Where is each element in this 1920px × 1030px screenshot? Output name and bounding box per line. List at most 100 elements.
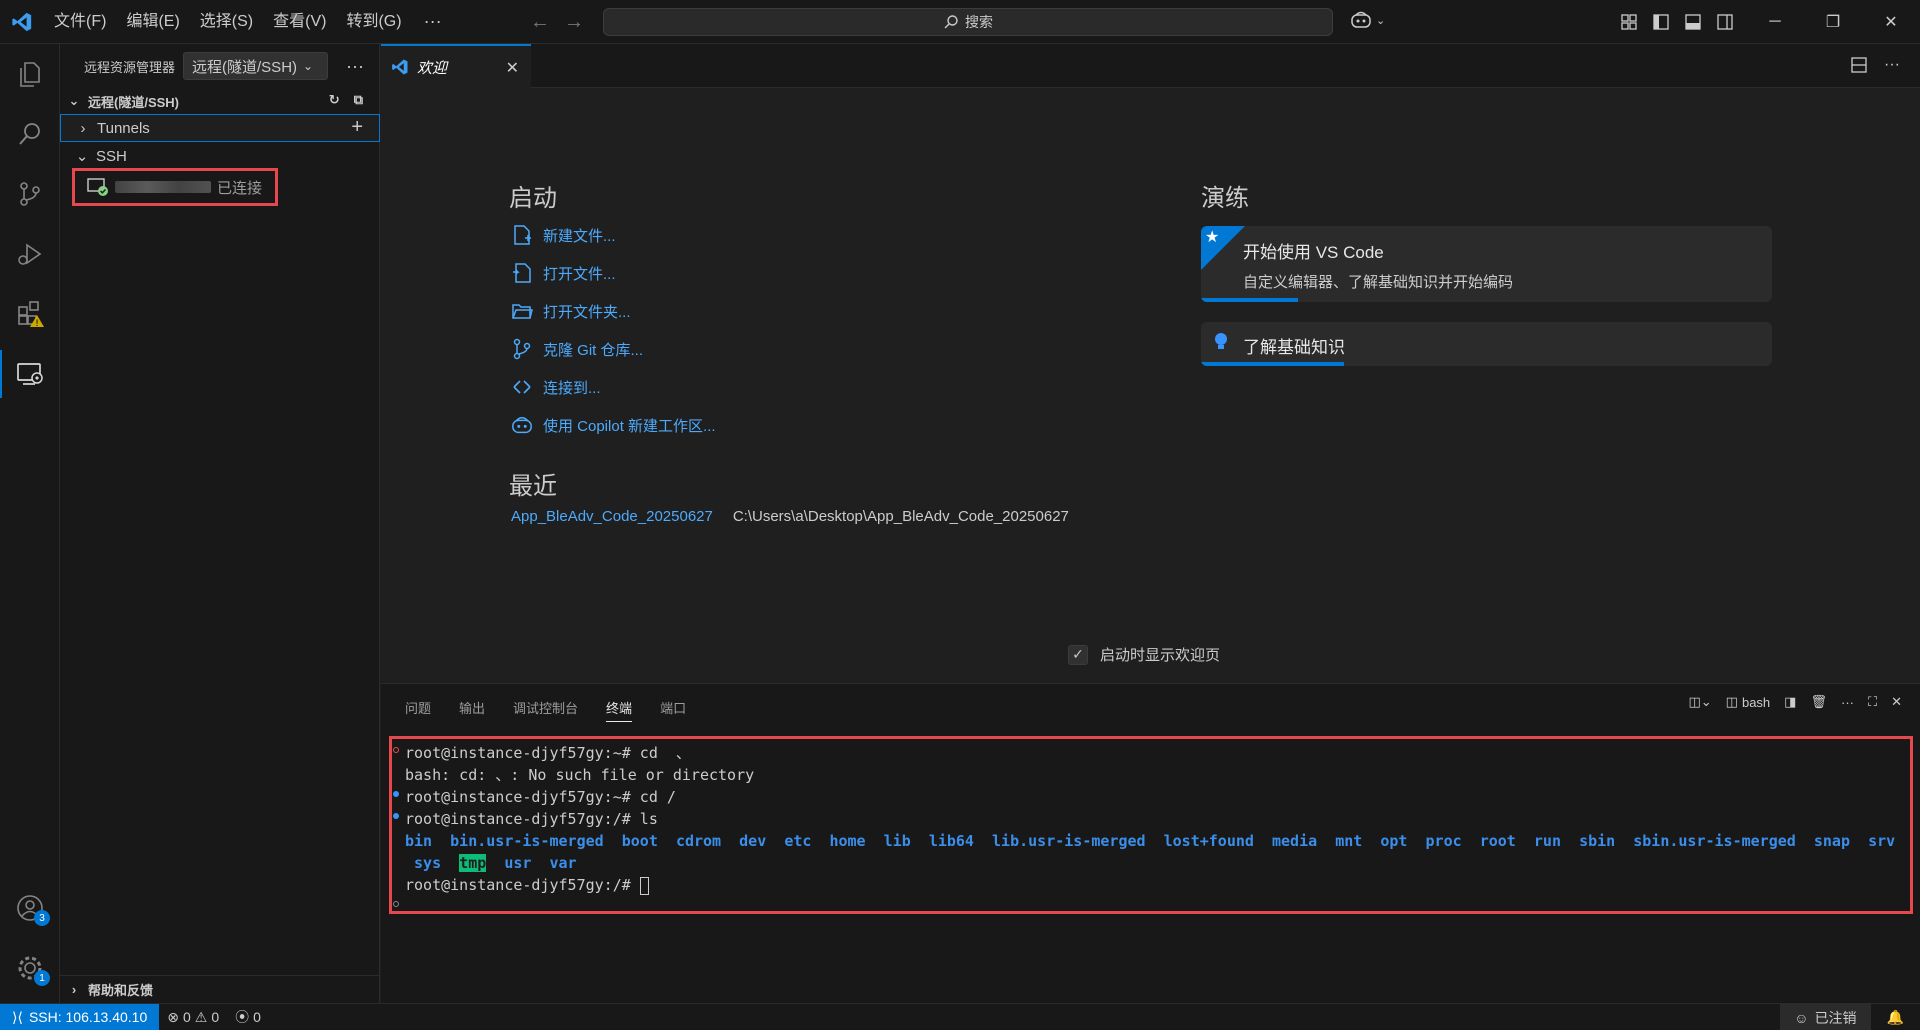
add-tunnel-icon[interactable]: + bbox=[351, 116, 363, 139]
chevron-down-icon: ⌄ bbox=[303, 59, 314, 73]
command-center-search[interactable]: 搜索 bbox=[603, 8, 1333, 36]
menu-bar: 文件(F) 编辑(E) 选择(S) 查看(V) 转到(G) ··· bbox=[44, 0, 454, 44]
dir-entry: srv bbox=[1868, 832, 1896, 850]
explorer-icon[interactable] bbox=[0, 46, 60, 102]
walkthrough-card-get-started[interactable]: ★ 开始使用 VS Code 自定义编辑器、了解基础知识并开始编码 bbox=[1201, 226, 1772, 302]
split-terminal-icon[interactable]: ◨ bbox=[1784, 694, 1796, 710]
walkthrough-title: 开始使用 VS Code bbox=[1243, 243, 1384, 262]
menu-go[interactable]: 转到(G) bbox=[336, 0, 411, 44]
tree-item-tunnels[interactable]: › Tunnels + bbox=[60, 114, 380, 142]
tree-item-ssh[interactable]: ⌄ SSH bbox=[60, 142, 379, 170]
dir-entry: etc bbox=[784, 832, 812, 850]
activity-bar: ! 3 1 bbox=[0, 44, 60, 1003]
dir-entry: lost+found bbox=[1163, 832, 1254, 850]
new-terminal-split-icon[interactable]: ◫⌄ bbox=[1688, 694, 1711, 710]
new-file-link[interactable]: 新建文件... bbox=[511, 216, 716, 254]
walkthrough-progress bbox=[1201, 298, 1299, 302]
tab-output[interactable]: 输出 bbox=[459, 698, 485, 722]
copilot-workspace-link[interactable]: 使用 Copilot 新建工作区... bbox=[511, 406, 716, 444]
notifications-bell-icon[interactable]: 🔔 bbox=[1871, 1009, 1920, 1026]
walkthrough-text: 开始使用 VS Code 自定义编辑器、了解基础知识并开始编码 bbox=[1243, 238, 1513, 292]
ports-count: 0 bbox=[253, 1009, 261, 1025]
dir-entry: root bbox=[1479, 832, 1516, 850]
tab-welcome[interactable]: 欢迎 ✕ bbox=[381, 44, 531, 88]
dir-entry: sbin.usr-is-merged bbox=[1633, 832, 1796, 850]
remote-explorer-icon[interactable] bbox=[0, 346, 60, 402]
copilot-menu-button[interactable]: ⌄ bbox=[1350, 10, 1385, 30]
customize-layout-icon[interactable] bbox=[1620, 13, 1638, 31]
help-feedback-section[interactable]: › 帮助和反馈 bbox=[60, 975, 380, 1003]
menu-selection[interactable]: 选择(S) bbox=[190, 0, 263, 44]
menu-file[interactable]: 文件(F) bbox=[44, 0, 116, 44]
panel-actions: ◫⌄ ◫ bash ◨ 🗑 ··· ⛶ ✕ bbox=[1688, 694, 1902, 710]
remote-type-dropdown[interactable]: 远程(隧道/SSH) ⌄ bbox=[183, 52, 329, 80]
forward-arrow-icon[interactable]: → bbox=[564, 11, 584, 34]
source-control-icon[interactable] bbox=[0, 166, 60, 222]
clone-git-link[interactable]: 克隆 Git 仓库... bbox=[511, 330, 716, 368]
copilot-signed-out-status[interactable]: ☺ 已注销 bbox=[1780, 1004, 1871, 1030]
close-window-icon[interactable]: ✕ bbox=[1862, 0, 1920, 44]
ports-status[interactable]: ⦿ 0 bbox=[227, 1007, 269, 1027]
restore-icon[interactable]: ❐ bbox=[1804, 0, 1862, 44]
menu-edit[interactable]: 编辑(E) bbox=[116, 0, 189, 44]
split-editor-icon[interactable] bbox=[1850, 56, 1868, 74]
dropdown-value: 远程(隧道/SSH) bbox=[192, 58, 298, 76]
help-feedback-label: 帮助和反馈 bbox=[88, 983, 154, 998]
panel-tab-bar: 问题 输出 调试控制台 终端 端口 bbox=[405, 698, 686, 722]
back-arrow-icon[interactable]: ← bbox=[530, 11, 550, 34]
bottom-panel: 问题 输出 调试控制台 终端 端口 ◫⌄ ◫ bash ◨ 🗑 ··· ⛶ ✕ … bbox=[381, 683, 1920, 1003]
terminal-instance[interactable]: ◫ bash bbox=[1726, 694, 1771, 710]
maximize-panel-icon[interactable]: ⛶ bbox=[1868, 694, 1877, 710]
more-editor-actions-icon[interactable]: ··· bbox=[1884, 56, 1900, 74]
remote-icon bbox=[513, 380, 531, 394]
show-welcome-toggle[interactable]: ✓ 启动时显示欢迎页 bbox=[1068, 644, 1220, 665]
ssh-host-connected[interactable]: 已连接 bbox=[72, 168, 278, 206]
checkbox-checked-icon[interactable]: ✓ bbox=[1068, 644, 1088, 665]
sidebar-title: 远程资源管理器 bbox=[84, 59, 176, 75]
toggle-primary-sidebar-icon[interactable] bbox=[1652, 13, 1670, 31]
terminal-output[interactable]: root@instance-djyf57gy:~# cd 、 bash: cd: … bbox=[405, 742, 1895, 896]
terminal-cursor bbox=[639, 876, 649, 895]
copilot-workspace-label: 使用 Copilot 新建工作区... bbox=[543, 417, 716, 435]
new-file-label: 新建文件... bbox=[543, 227, 616, 245]
menu-more-icon[interactable]: ··· bbox=[412, 11, 454, 32]
section-remote-header[interactable]: ⌄ 远程(隧道/SSH) ↻ ⧉ bbox=[60, 88, 379, 114]
refresh-icon[interactable]: ↻ bbox=[329, 92, 340, 108]
menu-view[interactable]: 查看(V) bbox=[263, 0, 336, 44]
close-panel-icon[interactable]: ✕ bbox=[1891, 694, 1902, 710]
tab-terminal[interactable]: 终端 bbox=[606, 698, 633, 722]
search-view-icon[interactable] bbox=[0, 106, 60, 162]
problems-status[interactable]: ⊗ 0 ⚠ 0 bbox=[159, 1009, 227, 1026]
tab-problems[interactable]: 问题 bbox=[405, 698, 431, 722]
run-debug-icon[interactable] bbox=[0, 226, 60, 282]
extensions-warning-icon[interactable]: ! bbox=[0, 286, 60, 342]
tab-debug-console[interactable]: 调试控制台 bbox=[513, 698, 578, 722]
dir-entry: lib bbox=[883, 832, 911, 850]
more-panel-actions-icon[interactable]: ··· bbox=[1841, 695, 1854, 710]
ssh-label: SSH bbox=[96, 147, 127, 165]
trash-icon[interactable]: 🗑 bbox=[1810, 694, 1827, 710]
recent-item: App_BleAdv_Code_20250627 C:\Users\a\Desk… bbox=[511, 508, 1069, 525]
close-tab-icon[interactable]: ✕ bbox=[506, 58, 519, 78]
toggle-panel-icon[interactable] bbox=[1684, 13, 1702, 31]
dir-entry: snap bbox=[1813, 832, 1850, 850]
tab-ports[interactable]: 端口 bbox=[660, 698, 686, 722]
accounts-icon[interactable]: 3 bbox=[0, 880, 60, 936]
walkthrough-card-fundamentals[interactable]: 了解基础知识 bbox=[1201, 322, 1772, 366]
nav-arrows: ← → bbox=[530, 0, 584, 44]
more-actions-icon[interactable]: ··· bbox=[346, 56, 364, 77]
walkthrough-title: 了解基础知识 bbox=[1243, 338, 1345, 357]
recent-folder-link[interactable]: App_BleAdv_Code_20250627 bbox=[511, 508, 713, 525]
settings-gear-icon[interactable]: 1 bbox=[0, 940, 60, 996]
collapse-all-icon[interactable]: ⧉ bbox=[354, 92, 363, 108]
minimize-icon[interactable]: ─ bbox=[1746, 0, 1804, 44]
terminal-icon: ◫ bbox=[1725, 694, 1738, 709]
connect-to-link[interactable]: 连接到... bbox=[511, 368, 716, 406]
remote-indicator[interactable]: ⟩⟨ SSH: 106.13.40.10 bbox=[0, 1003, 160, 1030]
open-folder-link[interactable]: 打开文件夹... bbox=[511, 292, 716, 330]
remote-icon: ⟩⟨ bbox=[12, 1008, 23, 1025]
open-file-link[interactable]: 打开文件... bbox=[511, 254, 716, 292]
dir-entry: bin bbox=[405, 832, 433, 850]
toggle-secondary-sidebar-icon[interactable] bbox=[1716, 13, 1734, 31]
walkthrough-desc: 自定义编辑器、了解基础知识并开始编码 bbox=[1243, 274, 1514, 291]
